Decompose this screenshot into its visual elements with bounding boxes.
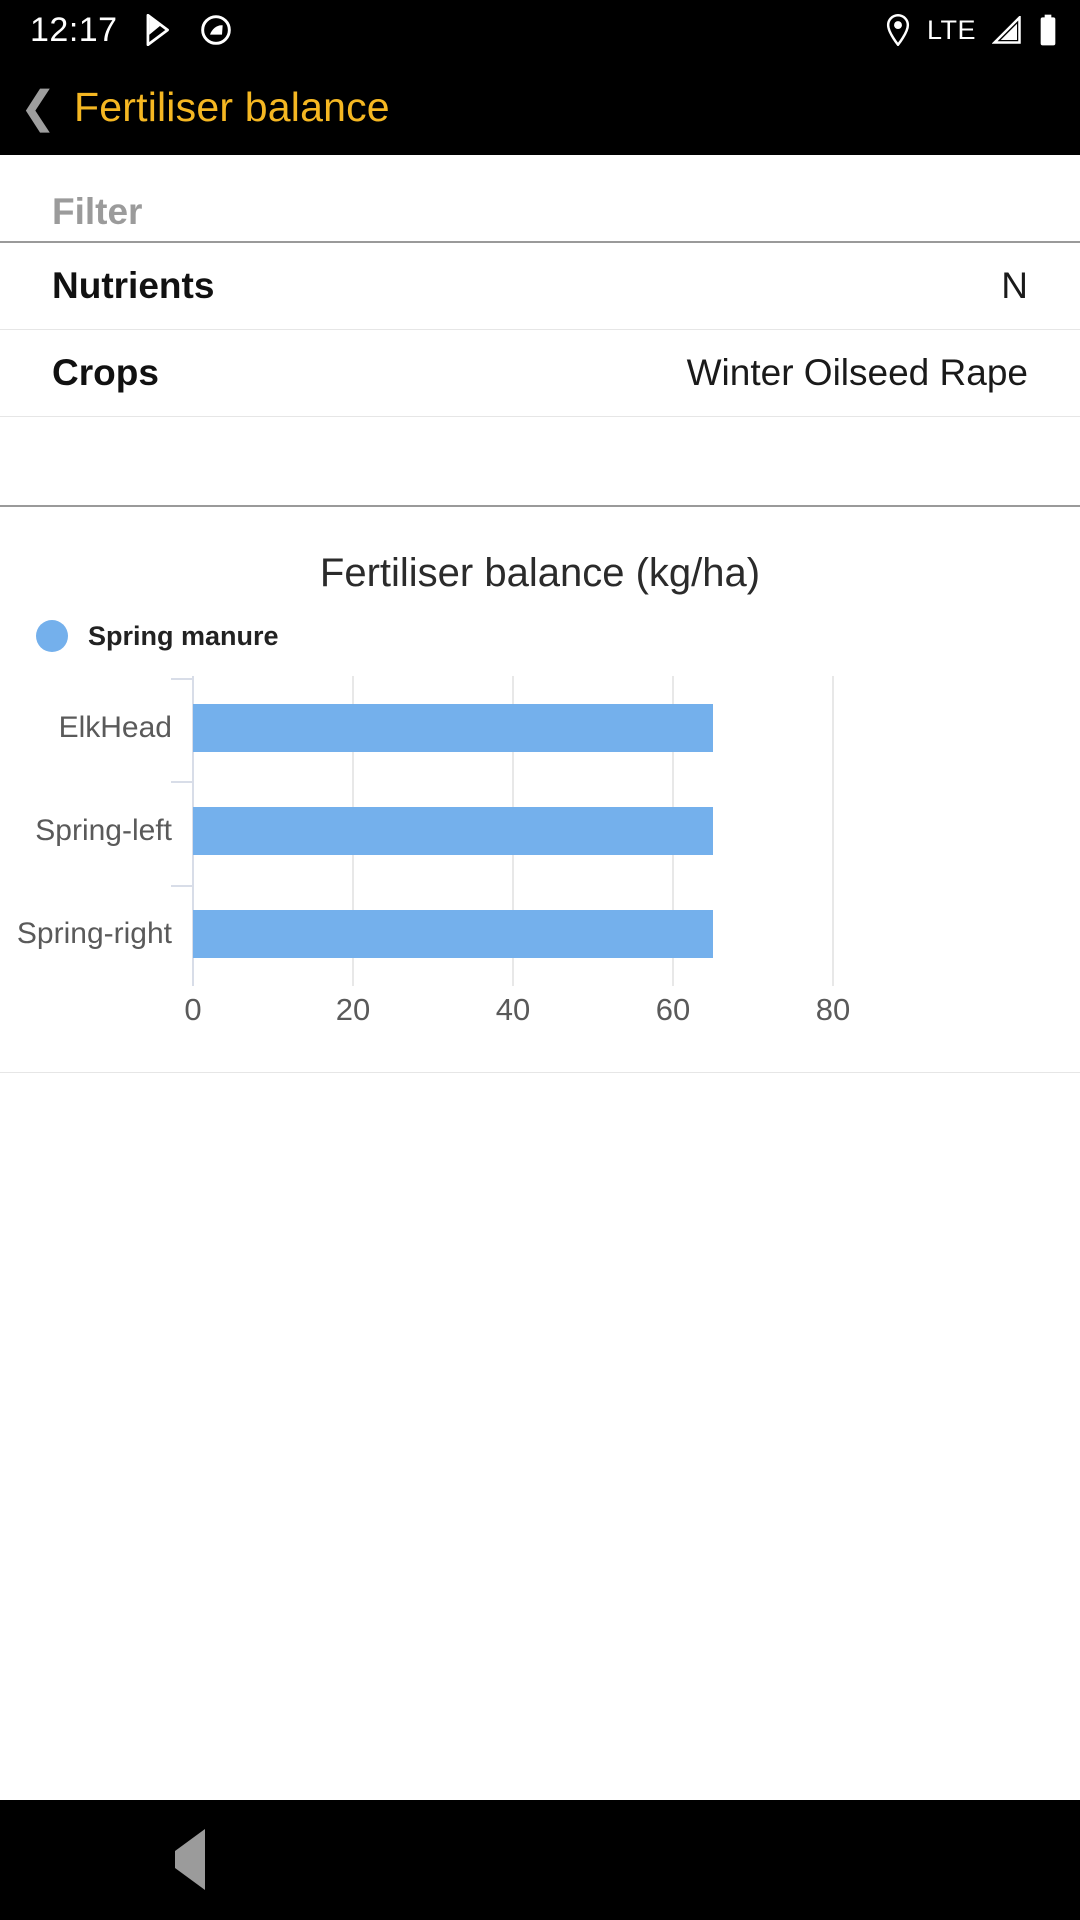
filter-row-crops[interactable]: Crops Winter Oilseed Rape: [0, 330, 1080, 417]
chart-x-tick-label: 20: [335, 992, 371, 1027]
chart-legend: Spring manure: [0, 606, 1080, 658]
filter-label-nutrients: Nutrients: [52, 265, 215, 306]
chart-category-label: Spring-left: [35, 814, 172, 847]
chart-bar[interactable]: [193, 807, 713, 855]
chart-x-tick-label: 60: [655, 992, 691, 1027]
chart-title: Fertiliser balance (kg/ha): [319, 551, 761, 595]
location-pin-icon: [885, 14, 911, 46]
chart-category-label: ElkHead: [58, 710, 172, 744]
chart-card: Fertiliser balance (kg/ha) Spring manure…: [0, 507, 1080, 1073]
battery-icon: [1038, 14, 1058, 46]
legend-label: Spring manure: [88, 620, 279, 651]
chart-x-tick-label: 40: [495, 992, 531, 1027]
chart-gridline: [832, 676, 834, 986]
do-not-disturb-icon: [200, 14, 232, 46]
filter-section-spacer: [0, 417, 1080, 507]
app-bar: ❮ Fertiliser balance: [0, 60, 1080, 155]
chart-y-tick: [171, 781, 193, 784]
network-type-label: LTE: [926, 14, 976, 45]
chart-plot-area: ElkHead Spring-left Spring-right: [0, 676, 1080, 986]
page-title: Fertiliser balance: [74, 84, 390, 130]
filter-value-nutrients: N: [1001, 265, 1028, 306]
system-navigation-bar: [0, 1800, 1080, 1920]
main-content: Filter Nutrients N Crops Winter Oilseed …: [0, 155, 1080, 1800]
filter-header-label: Filter: [52, 191, 143, 232]
play-store-icon: [144, 14, 174, 46]
chart-x-axis-labels: 0 20 40 60 80: [0, 986, 1080, 1046]
chart-x-tick-label: 80: [815, 992, 851, 1027]
chart-bar[interactable]: [193, 910, 713, 959]
filter-section-header: Filter: [0, 155, 1080, 243]
chart-canvas: ElkHead Spring-left Spring-right: [0, 676, 1080, 986]
filter-label-crops: Crops: [52, 352, 159, 393]
chart-y-tick: [171, 884, 193, 887]
filter-row-nutrients[interactable]: Nutrients N: [0, 243, 1080, 330]
nav-back-icon[interactable]: [175, 1829, 205, 1890]
chart-x-tick-label: 0: [184, 992, 202, 1027]
back-arrow-icon[interactable]: ❮: [10, 73, 66, 143]
signal-icon: [992, 16, 1022, 44]
legend-color-swatch: [36, 620, 68, 652]
status-bar-left: 12:17: [30, 13, 232, 47]
chart-bar[interactable]: [193, 703, 713, 752]
status-bar-clock: 12:17: [30, 11, 118, 49]
chart-category-label: Spring-right: [16, 917, 172, 951]
chart-y-tick: [171, 678, 193, 680]
app-screen: 12:17 LTE ❮ Fertiliser balance Filter Nu…: [0, 0, 1080, 1920]
filter-value-crops: Winter Oilseed Rape: [686, 352, 1028, 393]
status-bar: 12:17 LTE: [0, 0, 1080, 60]
status-bar-right: LTE: [885, 14, 1058, 46]
